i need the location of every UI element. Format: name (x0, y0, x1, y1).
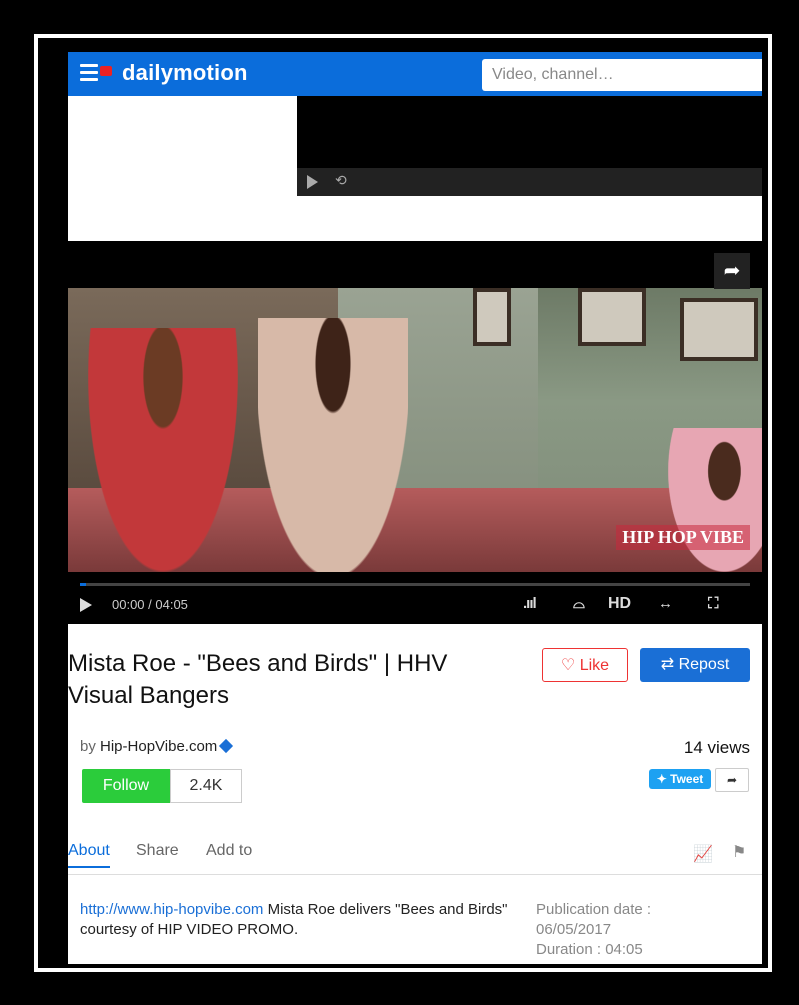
verified-icon (219, 738, 234, 754)
hamburger-menu-icon[interactable] (80, 64, 112, 84)
tweet-button[interactable]: ✦ Tweet (649, 769, 711, 789)
play-icon[interactable] (307, 175, 318, 189)
video-meta: Publication date : 06/05/2017 Duration :… (536, 900, 736, 960)
video-title: Mista Roe - "Bees and Birds" | HHV Visua… (68, 650, 448, 709)
like-button[interactable]: ♡ Like (542, 648, 628, 682)
fullscreen-icon[interactable]: ⛶ (708, 595, 719, 612)
mini-player: ⟲ (297, 96, 762, 196)
channel-byline: by Hip-HopVibe.com (80, 738, 234, 755)
heart-icon: ♡ (560, 657, 576, 674)
publication-date: 06/05/2017 (536, 921, 612, 938)
player-controls: 00:00 / 04:05 .ııl ⌓ HD ↔ ⛶ (68, 586, 762, 624)
scene-picture-frame (680, 298, 758, 361)
stats-icon[interactable]: 📈 (693, 844, 713, 864)
video-frame[interactable]: HIP HOP VIBE (68, 288, 762, 572)
time-display: 00:00 / 04:05 (112, 597, 188, 612)
duration: Duration : 04:05 (536, 941, 643, 958)
scene-picture-frame (578, 288, 646, 346)
content-tabs: About Share Add to 📈 ⚑ (68, 842, 762, 875)
view-count: 14 views (683, 738, 750, 757)
rewind-30-icon[interactable]: ⟲ (335, 172, 347, 189)
follower-count: 2.4K (170, 769, 242, 803)
search-input[interactable]: Video, channel… (482, 59, 762, 91)
video-watermark: HIP HOP VIBE (616, 525, 750, 550)
like-label: Like (579, 657, 610, 674)
twitter-bird-icon: ✦ (656, 772, 667, 786)
scene-person (668, 428, 762, 572)
scene-person (88, 328, 238, 572)
share-arrow-icon[interactable]: ➦ (714, 253, 750, 289)
top-bar: dailymotion Video, channel… (68, 52, 762, 96)
tab-about[interactable]: About (68, 842, 110, 868)
dailymotion-page: dailymotion Video, channel… ⟲ HIP HOP VI… (68, 52, 762, 964)
tab-share[interactable]: Share (136, 842, 179, 860)
scene-person (258, 318, 408, 572)
repost-button[interactable]: ⇄ Repost (640, 648, 750, 682)
flag-icon[interactable]: ⚑ (732, 842, 746, 862)
repost-icon: ⇄ (660, 656, 675, 673)
by-prefix: by (80, 738, 96, 755)
follow-button[interactable]: Follow (82, 769, 170, 803)
tab-add-to[interactable]: Add to (206, 842, 252, 860)
video-description: http://www.hip-hopvibe.com Mista Roe del… (80, 900, 520, 940)
description-link[interactable]: http://www.hip-hopvibe.com (80, 901, 263, 918)
scene-picture-frame (473, 288, 511, 346)
channel-link[interactable]: Hip-HopVibe.com (100, 738, 217, 755)
dailymotion-logo[interactable]: dailymotion (122, 60, 248, 86)
share-button[interactable]: ➦ (715, 768, 749, 792)
hd-quality-button[interactable]: HD (608, 595, 631, 613)
video-player[interactable]: HIP HOP VIBE ➦ 00:00 / 04:05 .ııl ⌓ HD ↔… (68, 241, 762, 624)
tweet-label: Tweet (670, 772, 704, 786)
repost-label: Repost (678, 656, 730, 673)
signal-strength-icon[interactable]: .ııl (523, 595, 537, 612)
notification-badge (100, 66, 112, 76)
publication-label: Publication date : (536, 901, 652, 918)
play-icon[interactable] (80, 598, 92, 612)
share-arrow-icon: ➦ (726, 773, 738, 787)
mini-player-controls: ⟲ (297, 168, 762, 196)
widescreen-icon[interactable]: ↔ (658, 595, 673, 612)
speed-gauge-icon[interactable]: ⌓ (573, 595, 585, 612)
